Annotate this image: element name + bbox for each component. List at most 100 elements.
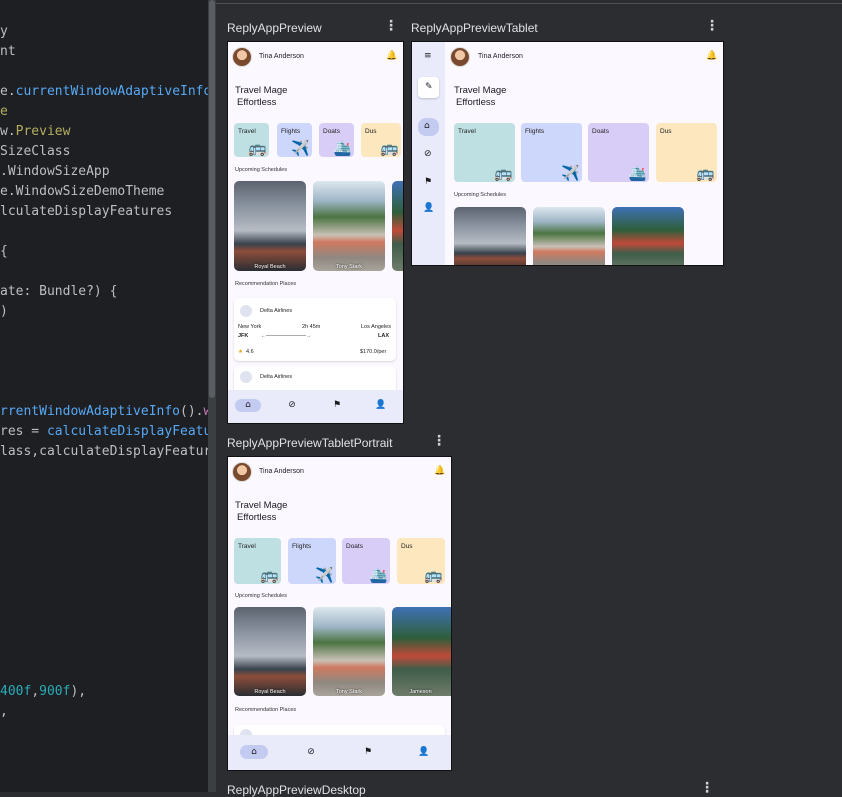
category-card-boats[interactable]: Doats 🛳️ <box>319 123 354 157</box>
category-card-flights[interactable]: Flights ✈️ <box>277 123 312 157</box>
category-label: Travel <box>458 128 476 135</box>
code-line[interactable]: ) <box>0 302 8 322</box>
bottom-navigation: ⌂ ⊘ ⚑ 👤 <box>228 735 451 770</box>
preview-title-desktop[interactable]: ReplyAppPreviewDesktop <box>227 783 366 797</box>
category-card-boats[interactable]: Doats 🛳️ <box>588 123 649 182</box>
home-icon[interactable]: ⌂ <box>247 747 261 757</box>
preview-menu-desktop-icon[interactable]: ⋮ <box>700 781 714 795</box>
schedule-card-tony-stark[interactable]: Tony Stark <box>313 607 385 696</box>
category-card-bus[interactable]: Dus 🚌 <box>656 123 717 182</box>
tablet-portrait-preview-device[interactable]: Tina Anderson 🔔 Travel Mage Effortless T… <box>227 456 452 771</box>
code-line[interactable]: nt <box>0 42 16 62</box>
bus-icon: 🚌 <box>696 164 715 182</box>
code-line[interactable]: e <box>0 102 8 122</box>
explore-icon[interactable]: ⊘ <box>424 149 432 159</box>
code-token: calculateDisplayFeatu <box>46 424 208 439</box>
preview-menu-phone-icon[interactable]: ⋮ <box>384 19 398 33</box>
bus-icon: 🚌 <box>380 139 399 157</box>
category-card-bus[interactable]: Dus 🚌 <box>361 123 401 157</box>
preview-menu-tablet-icon[interactable]: ⋮ <box>705 19 719 33</box>
schedule-card-jameson[interactable] <box>612 207 684 265</box>
code-line[interactable]: .WindowSizeApp <box>0 162 110 182</box>
code-token: e <box>0 104 8 119</box>
bottom-navigation: ⌂ ⊘ ⚑ 👤 <box>228 390 403 423</box>
category-card-flights[interactable]: Flights ✈️ <box>521 123 582 182</box>
code-token: rrentWindowAdaptiveInfo <box>0 404 181 419</box>
editor-scrollbar[interactable] <box>208 0 216 792</box>
edit-icon[interactable]: ✎ <box>425 82 433 92</box>
code-line[interactable]: rrentWindowAdaptiveInfo().wi <box>0 402 208 422</box>
code-line[interactable]: e.WindowSizeDemoTheme <box>0 182 164 202</box>
code-line[interactable]: ate: Bundle?) { <box>0 282 117 302</box>
category-label: Doats <box>346 543 363 550</box>
code-line[interactable]: res = calculateDisplayFeatu <box>0 422 208 442</box>
airplane-icon: ✈️ <box>315 566 334 584</box>
airline-name: Delta Airlines <box>260 374 293 380</box>
avatar[interactable] <box>450 47 470 67</box>
category-card-flights[interactable]: Flights ✈️ <box>288 538 336 584</box>
explore-icon[interactable]: ⊘ <box>285 400 299 410</box>
schedule-card-royal-beach[interactable]: Royal Beach <box>234 607 306 696</box>
schedule-card-tony-stark[interactable]: Tony Stark <box>313 181 385 271</box>
code-line[interactable]: w.Preview <box>0 122 70 142</box>
schedule-card-tony-stark[interactable] <box>533 207 605 265</box>
code-editor[interactable]: y nt e.currentWindowAdaptiveInfo e w.Preview… <box>0 0 208 792</box>
person-icon[interactable]: 👤 <box>423 203 434 213</box>
tablet-preview-device[interactable]: ≡ ✎ ⌂ ⊘ ⚑ 👤 Tina Anderson 🔔 Travel Mage … <box>411 41 724 266</box>
phone-preview-device[interactable]: Tina Anderson 🔔 Travel Mage Effortless T… <box>227 41 404 424</box>
editor-scrollbar-thumb[interactable] <box>209 0 215 398</box>
bell-icon[interactable]: 🔔 <box>706 51 717 61</box>
preview-title-phone[interactable]: ReplyAppPreview <box>227 21 322 35</box>
upcoming-title: Upcoming Schedules <box>454 192 506 198</box>
explore-icon[interactable]: ⊘ <box>304 747 318 757</box>
home-icon[interactable]: ⌂ <box>241 400 255 410</box>
airline-logo-icon <box>240 305 252 317</box>
preview-title-portrait[interactable]: ReplyAppPreviewTabletPortrait <box>227 436 392 450</box>
code-token: , <box>31 684 40 699</box>
bell-icon[interactable]: 🔔 <box>386 51 397 61</box>
bookmark-icon[interactable]: ⚑ <box>361 747 375 757</box>
code-line[interactable]: e.currentWindowAdaptiveInfo <box>0 82 208 102</box>
bus-icon: 🚌 <box>424 566 443 584</box>
ship-icon: 🛳️ <box>333 139 352 157</box>
code-line[interactable]: { <box>0 242 8 262</box>
preview-title-tablet[interactable]: ReplyAppPreviewTablet <box>411 21 538 35</box>
bookmark-icon[interactable]: ⚑ <box>424 177 432 187</box>
avatar[interactable] <box>232 462 252 482</box>
from-city: New York <box>238 324 262 330</box>
code-line[interactable]: SizeClass <box>0 142 70 162</box>
schedule-card-royal-beach[interactable]: Royal Beach <box>234 181 306 271</box>
user-name: Tina Anderson <box>259 53 304 60</box>
menu-icon[interactable]: ≡ <box>424 51 432 61</box>
avatar[interactable] <box>232 47 252 67</box>
hero-title: Travel Mage Effortless <box>454 85 506 109</box>
code-token: 400f <box>0 684 32 699</box>
code-line[interactable]: lculateDisplayFeatures <box>0 202 172 222</box>
preview-menu-portrait-icon[interactable]: ⋮ <box>432 434 446 448</box>
person-icon[interactable]: 👤 <box>417 747 431 757</box>
code-line[interactable]: lass,calculateDisplayFeature <box>0 442 208 462</box>
hero-line-2: Effortless <box>456 97 496 108</box>
schedule-card-royal-beach[interactable] <box>454 207 526 265</box>
category-card-travel[interactable]: Travel 🚌 <box>234 123 269 157</box>
code-line[interactable]: , <box>0 702 8 722</box>
category-card-boats[interactable]: Doats 🛳️ <box>342 538 390 584</box>
home-icon[interactable]: ⌂ <box>424 121 430 131</box>
category-label: Dus <box>660 128 672 135</box>
bookmark-icon[interactable]: ⚑ <box>330 400 344 410</box>
category-label: Flights <box>292 543 312 550</box>
flight-duration: 2h 45m <box>302 324 321 330</box>
place-label: Tony Stark <box>336 264 362 270</box>
category-card-travel[interactable]: Travel 🚌 <box>454 123 515 182</box>
upcoming-title: Upcoming Schedules <box>235 167 287 173</box>
category-card-bus[interactable]: Dus 🚌 <box>397 538 445 584</box>
flight-card[interactable]: Delta Airlines New York 2h 45m Los Angel… <box>234 298 396 361</box>
bell-icon[interactable]: 🔔 <box>434 466 445 476</box>
schedule-card-jameson[interactable] <box>392 181 403 271</box>
code-token: y <box>0 24 8 39</box>
code-line[interactable]: 400f,900f), <box>0 682 86 702</box>
category-card-travel[interactable]: Travel 🚌 <box>234 538 281 584</box>
code-line[interactable]: y <box>0 22 8 42</box>
schedule-card-jameson[interactable]: Jameson <box>392 607 451 696</box>
person-icon[interactable]: 👤 <box>374 400 388 410</box>
